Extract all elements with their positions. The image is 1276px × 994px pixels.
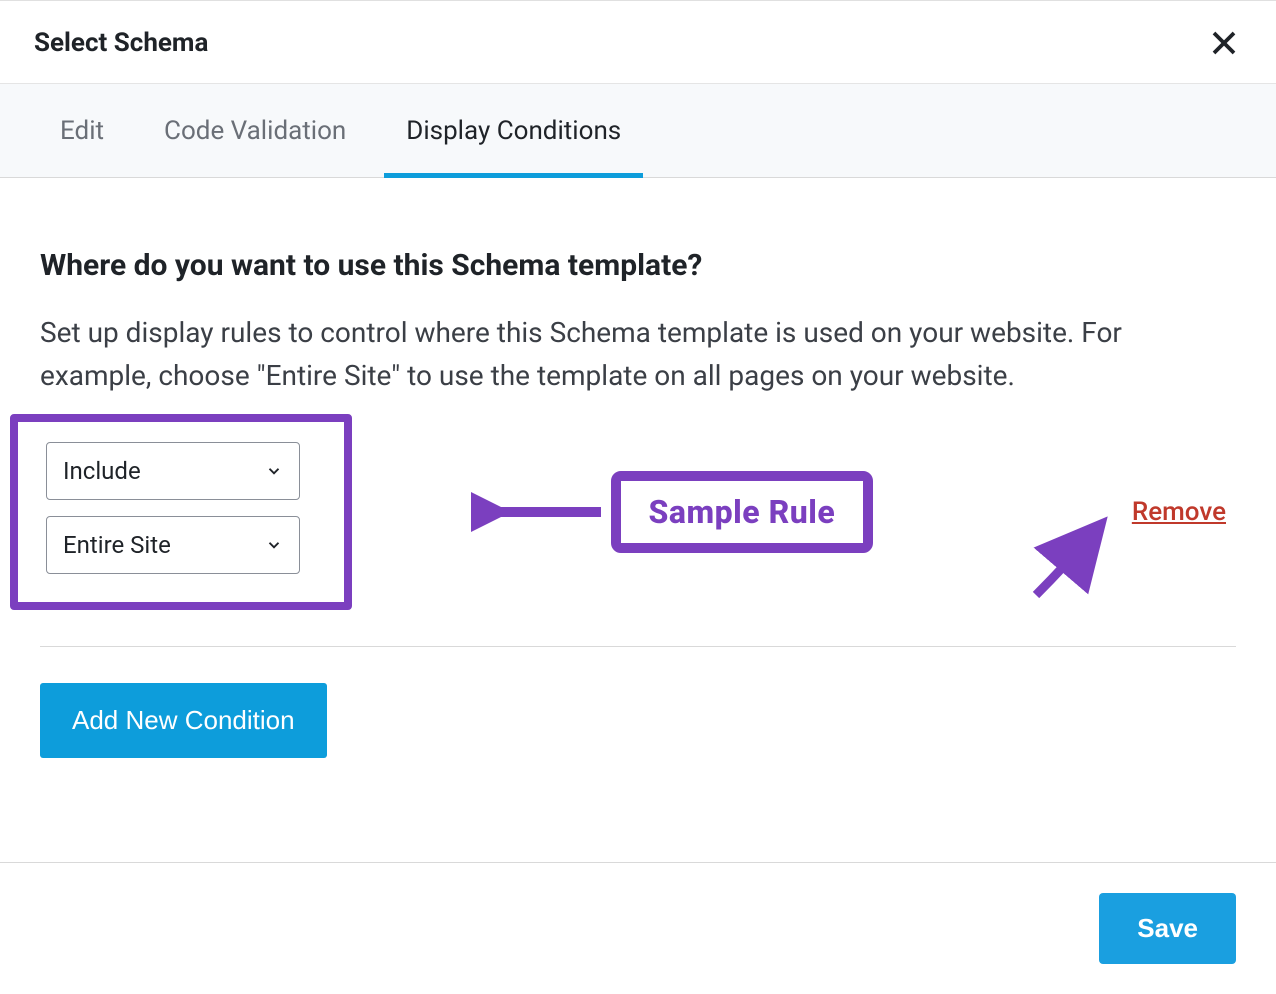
close-button[interactable] [1206,25,1242,61]
chevron-down-icon [265,462,283,480]
select-schema-modal: Select Schema Edit Code Validation Displ… [0,0,1276,994]
section-heading: Where do you want to use this Schema tem… [40,248,1236,283]
tab-code-validation[interactable]: Code Validation [164,84,346,177]
scope-select[interactable]: Entire Site [46,516,300,574]
modal-title: Select Schema [34,28,208,58]
condition-type-value: Include [63,457,141,485]
tab-bar: Edit Code Validation Display Conditions [0,84,1276,178]
annotation-callout-wrap: Sample Rule [611,471,874,553]
annotation-callout: Sample Rule [611,471,874,553]
modal-body: Where do you want to use this Schema tem… [0,178,1276,862]
modal-footer: Save [0,862,1276,994]
tab-display-conditions[interactable]: Display Conditions [406,84,621,177]
rule-divider [40,646,1236,647]
rule-highlight-box: Include Entire Site [10,414,352,610]
remove-link[interactable]: Remove [1132,497,1226,527]
arrow-left-icon [471,482,611,542]
condition-type-select[interactable]: Include [46,442,300,500]
save-button[interactable]: Save [1099,893,1236,964]
section-description: Set up display rules to control where th… [40,311,1140,398]
tab-edit[interactable]: Edit [60,84,104,177]
scope-value: Entire Site [63,531,171,559]
annotation-callout-label: Sample Rule [649,493,836,531]
display-rule-row: Include Entire Site Sample Rule [40,414,1236,610]
remove-wrap: Remove [1132,497,1226,527]
chevron-down-icon [265,536,283,554]
arrow-up-right-icon [1026,515,1116,605]
modal-header: Select Schema [0,1,1276,84]
close-icon [1209,28,1239,58]
add-new-condition-button[interactable]: Add New Condition [40,683,327,758]
